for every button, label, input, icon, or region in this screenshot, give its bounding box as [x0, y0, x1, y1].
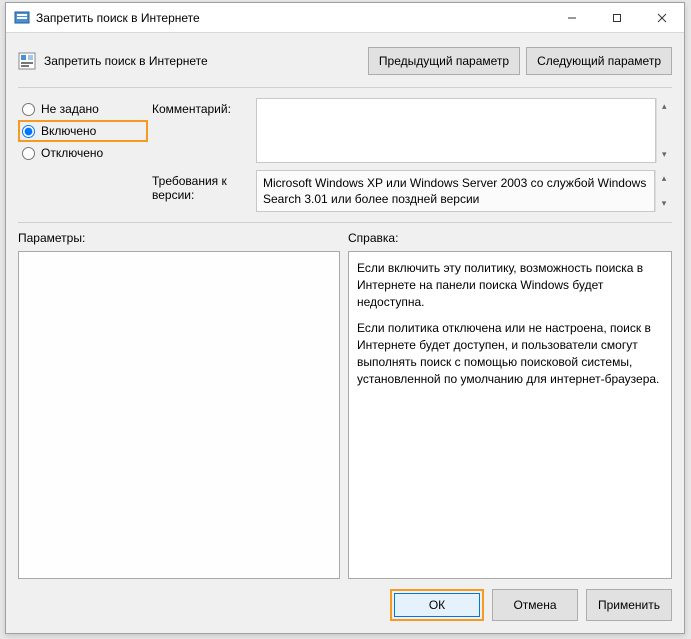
scrollbar[interactable]: ▴ ▾	[656, 98, 672, 163]
comment-textarea[interactable]	[256, 98, 656, 163]
titlebar: Запретить поиск в Интернете	[6, 3, 684, 33]
scrollbar[interactable]: ▴ ▾	[655, 170, 672, 212]
dialog-content: Запретить поиск в Интернете Предыдущий п…	[6, 33, 684, 633]
radio-not-configured-input[interactable]	[22, 103, 35, 116]
options-panel	[18, 251, 340, 579]
policy-icon	[18, 52, 36, 70]
header-row: Запретить поиск в Интернете Предыдущий п…	[6, 33, 684, 83]
cancel-button[interactable]: Отмена	[492, 589, 578, 621]
app-icon	[14, 10, 30, 26]
next-setting-button[interactable]: Следующий параметр	[526, 47, 672, 75]
help-paragraph: Если включить эту политику, возможность …	[357, 260, 663, 310]
scroll-down-icon[interactable]: ▾	[656, 195, 672, 212]
state-radio-group: Не задано Включено Отключено	[18, 98, 148, 164]
maximize-button[interactable]	[594, 3, 639, 32]
help-section-label: Справка:	[348, 231, 672, 245]
divider	[18, 87, 672, 88]
ok-button[interactable]: ОК	[394, 593, 480, 617]
policy-title: Запретить поиск в Интернете	[44, 54, 360, 68]
radio-enabled[interactable]: Включено	[18, 120, 148, 142]
radio-enabled-input[interactable]	[22, 125, 35, 138]
window-title: Запретить поиск в Интернете	[36, 11, 549, 25]
close-button[interactable]	[639, 3, 684, 32]
requirements-text: Microsoft Windows XP или Windows Server …	[256, 170, 655, 212]
scroll-down-icon[interactable]: ▾	[657, 146, 672, 163]
previous-setting-button[interactable]: Предыдущий параметр	[368, 47, 520, 75]
divider	[18, 222, 672, 223]
dialog-footer: ОК Отмена Применить	[6, 579, 684, 633]
help-panel: Если включить эту политику, возможность …	[348, 251, 672, 579]
options-section-label: Параметры:	[18, 231, 348, 245]
comment-label: Комментарий:	[152, 98, 252, 116]
radio-disabled-input[interactable]	[22, 147, 35, 160]
help-paragraph: Если политика отключена или не настроена…	[357, 320, 663, 387]
ok-highlight: ОК	[390, 589, 484, 621]
window-controls	[549, 3, 684, 32]
dialog-window: Запретить поиск в Интернете Запретить по…	[5, 2, 685, 634]
radio-label: Включено	[41, 124, 96, 138]
apply-button[interactable]: Применить	[586, 589, 672, 621]
minimize-button[interactable]	[549, 3, 594, 32]
scroll-up-icon[interactable]: ▴	[656, 170, 672, 187]
scroll-up-icon[interactable]: ▴	[657, 98, 672, 115]
requirements-label: Требования к версии:	[152, 170, 252, 202]
radio-label: Не задано	[41, 102, 99, 116]
radio-label: Отключено	[41, 146, 103, 160]
radio-disabled[interactable]: Отключено	[18, 142, 148, 164]
radio-not-configured[interactable]: Не задано	[18, 98, 148, 120]
